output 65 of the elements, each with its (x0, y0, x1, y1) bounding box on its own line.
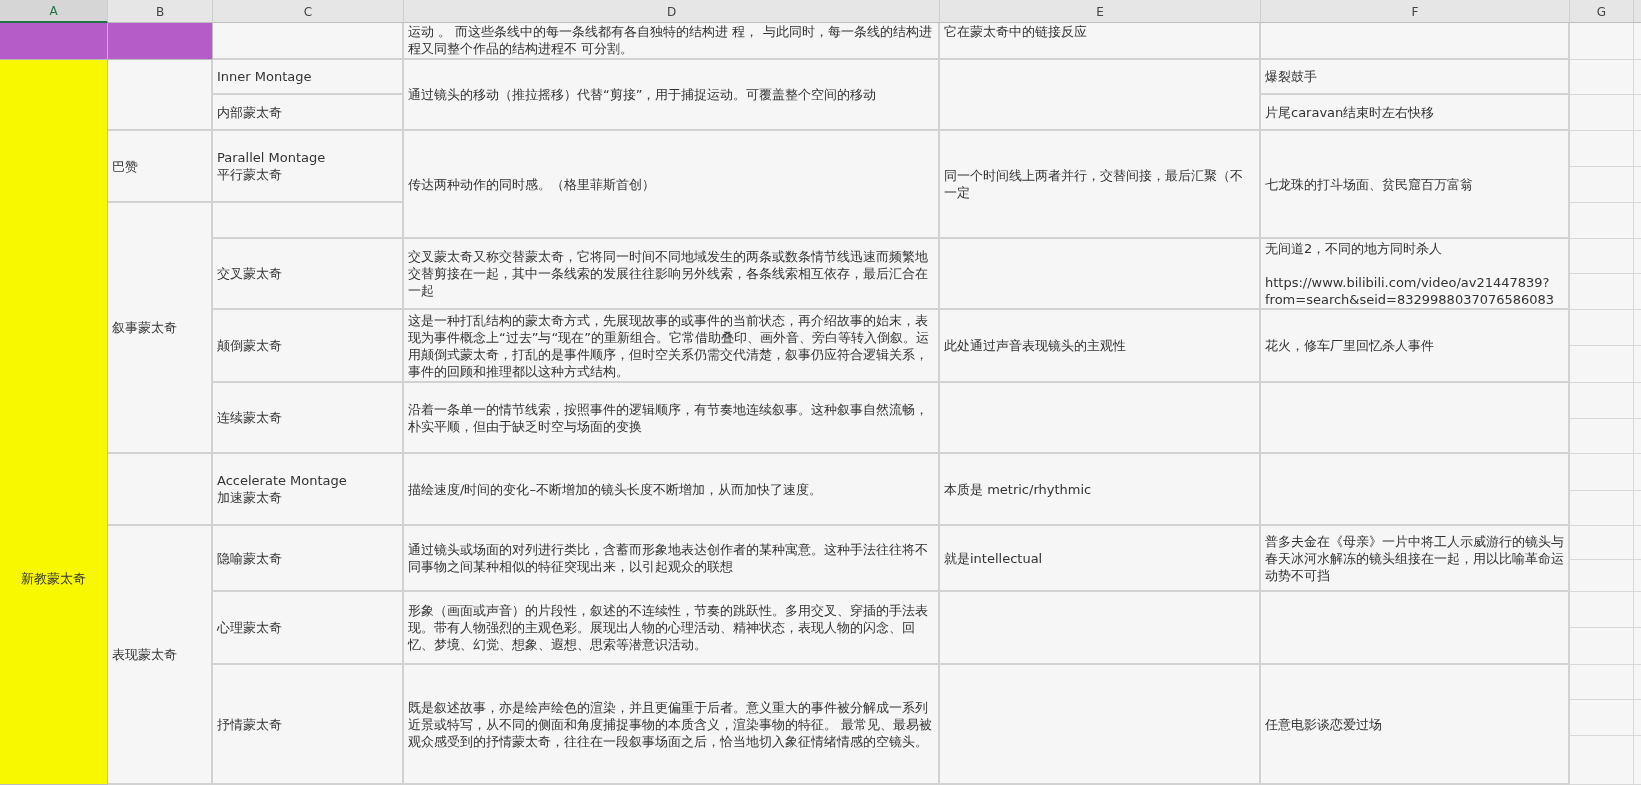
table-cell: 无间道2，不同的地方同时杀人 https://www.bilibili.com/video/av21447839?from=search&seid=8329988037076586083 (1261, 239, 1570, 310)
table-cell (1570, 628, 1634, 665)
table-cell: 它在蒙太奇中的链接反应 (940, 23, 1261, 60)
column-header[interactable]: A (0, 0, 108, 23)
table-cell: Inner Montage (213, 60, 404, 95)
table-cell: 片尾caravan结束时左右快移 (1261, 95, 1570, 131)
column-header[interactable]: F (1261, 0, 1570, 23)
table-cell (1570, 700, 1634, 736)
table-cell: 叙事蒙太奇 (108, 203, 213, 454)
table-cell (1570, 592, 1634, 628)
column-header[interactable]: D (404, 0, 940, 23)
table-cell: 此处通过声音表现镜头的主观性 (940, 310, 1261, 383)
table-cell: 传达两种动作的同时感。（格里菲斯首创） (404, 131, 940, 239)
table-cell: 心理蒙太奇 (213, 592, 404, 665)
table-cell (1570, 383, 1634, 419)
table-cell: 颠倒蒙太奇 (213, 310, 404, 383)
table-cell: 运动 。 而这些条线中的每一条线都有各自独特的结构进 程， 与此同时，每一条线的结构进程又同整个作品的结构进程不 可分割。 (404, 23, 940, 60)
table-cell: 既是叙述故事，亦是绘声绘色的渲染，并且更偏重于后者。意义重大的事件被分解成一系列近景或特写，从不同的侧面和角度捕捉事物的本质含义，渲染事物的特征。 最常见、最易被观众感受到的抒情蒙太奇，往往在一段叙事场面之后，恰当地切入象征情绪情感的空镜头。 (404, 665, 940, 785)
table-cell: 形象（画面或声音）的片段性，叙述的不连续性，节奏的跳跃性。多用交叉、穿插的手法表现。带有人物强烈的主观色彩。展现出人物的心理活动、精神状态，表现人物的闪念、回忆、梦境、幻觉、想象、遐想、思索等潜意识活动。 (404, 592, 940, 665)
table-cell: 沿着一条单一的情节线索，按照事件的逻辑顺序，有节奏地连续叙事。这种叙事自然流畅，朴实平顺，但由于缺乏时空与场面的变换 (404, 383, 940, 454)
table-cell (1570, 560, 1634, 592)
table-cell: 七龙珠的打斗场面、贫民窟百万富翁 (1261, 131, 1570, 239)
table-cell (1570, 167, 1634, 203)
table-cell: 普多夫金在《母亲》一片中将工人示威游行的镜头与春天冰河水解冻的镜头组接在一起，用以比喻革命运动势不可挡 (1261, 526, 1570, 592)
table-cell: 连续蒙太奇 (213, 383, 404, 454)
table-cell: 描绘速度/时间的变化–不断增加的镜头长度不断增加，从而加快了速度。 (404, 454, 940, 526)
table-cell: 本质是 metric/rhythmic (940, 454, 1261, 526)
table-cell: 隐喻蒙太奇 (213, 526, 404, 592)
table-cell (1570, 665, 1634, 700)
column-header[interactable]: G (1570, 0, 1634, 23)
table-cell (1570, 95, 1634, 131)
table-cell: 交叉蒙太奇又称交替蒙太奇，它将同一时间不同地域发生的两条或数条情节线迅速而频繁地交替剪接在一起，其中一条线索的发展往往影响另外线索，各条线索相互依存，最后汇合在一起 (404, 239, 940, 310)
table-cell: 通过镜头或场面的对列进行类比，含蓄而形象地表达创作者的某种寓意。这种手法往往将不同事物之间某种相似的特征突现出来，以引起观众的联想 (404, 526, 940, 592)
table-cell (1570, 60, 1634, 95)
table-cell (1570, 526, 1634, 560)
column-header[interactable] (1634, 0, 1641, 23)
table-cell: 表现蒙太奇 (108, 526, 213, 785)
table-cell (1570, 736, 1634, 785)
column-header[interactable]: B (108, 0, 213, 23)
table-cell (1570, 23, 1634, 60)
table-cell: 就是intellectual (940, 526, 1261, 592)
table-cell: 这是一种打乱结构的蒙太奇方式，先展现故事的或事件的当前状态，再介绍故事的始末，表现为事件概念上“过去”与“现在”的重新组合。它常借助叠印、画外音、旁白等转入倒叙。运用颠倒式蒙太奇，打乱的是事件顺序，但时空关系仍需交代清楚，叙事仍应符合逻辑关系，事件的回顾和推理都以这种方式结构。 (404, 310, 940, 383)
table-cell (1570, 310, 1634, 346)
table-cell: 同一个时间线上两者并行，交替间接，最后汇聚（不一定 (940, 131, 1261, 239)
table-cell: 通过镜头的移动（推拉摇移）代替“剪接”，用于捕捉运动。可覆盖整个空间的移动 (404, 60, 940, 131)
table-cell (1570, 454, 1634, 491)
column-header[interactable]: E (940, 0, 1261, 23)
table-cell: 巴赞 (108, 131, 213, 203)
table-cell (1570, 419, 1634, 454)
table-cell: Parallel Montage 平行蒙太奇 (213, 131, 404, 203)
table-cell: 交叉蒙太奇 (213, 239, 404, 310)
table-cell: Accelerate Montage 加速蒙太奇 (213, 454, 404, 526)
table-cell: 抒情蒙太奇 (213, 665, 404, 785)
table-cell (1570, 274, 1634, 310)
table-cell (1570, 239, 1634, 274)
table-cell: 爆裂鼓手 (1261, 60, 1570, 95)
table-cell (1570, 131, 1634, 167)
table-cell (1570, 346, 1634, 383)
table-cell (1570, 203, 1634, 239)
category-cell: 新教蒙太奇 (0, 60, 108, 785)
column-header[interactable]: C (213, 0, 404, 23)
table-cell: 内部蒙太奇 (213, 95, 404, 131)
table-cell: 花火，修车厂里回忆杀人事件 (1261, 310, 1570, 383)
table-cell: 任意电影谈恋爱过场 (1261, 665, 1570, 785)
table-cell (1570, 491, 1634, 526)
